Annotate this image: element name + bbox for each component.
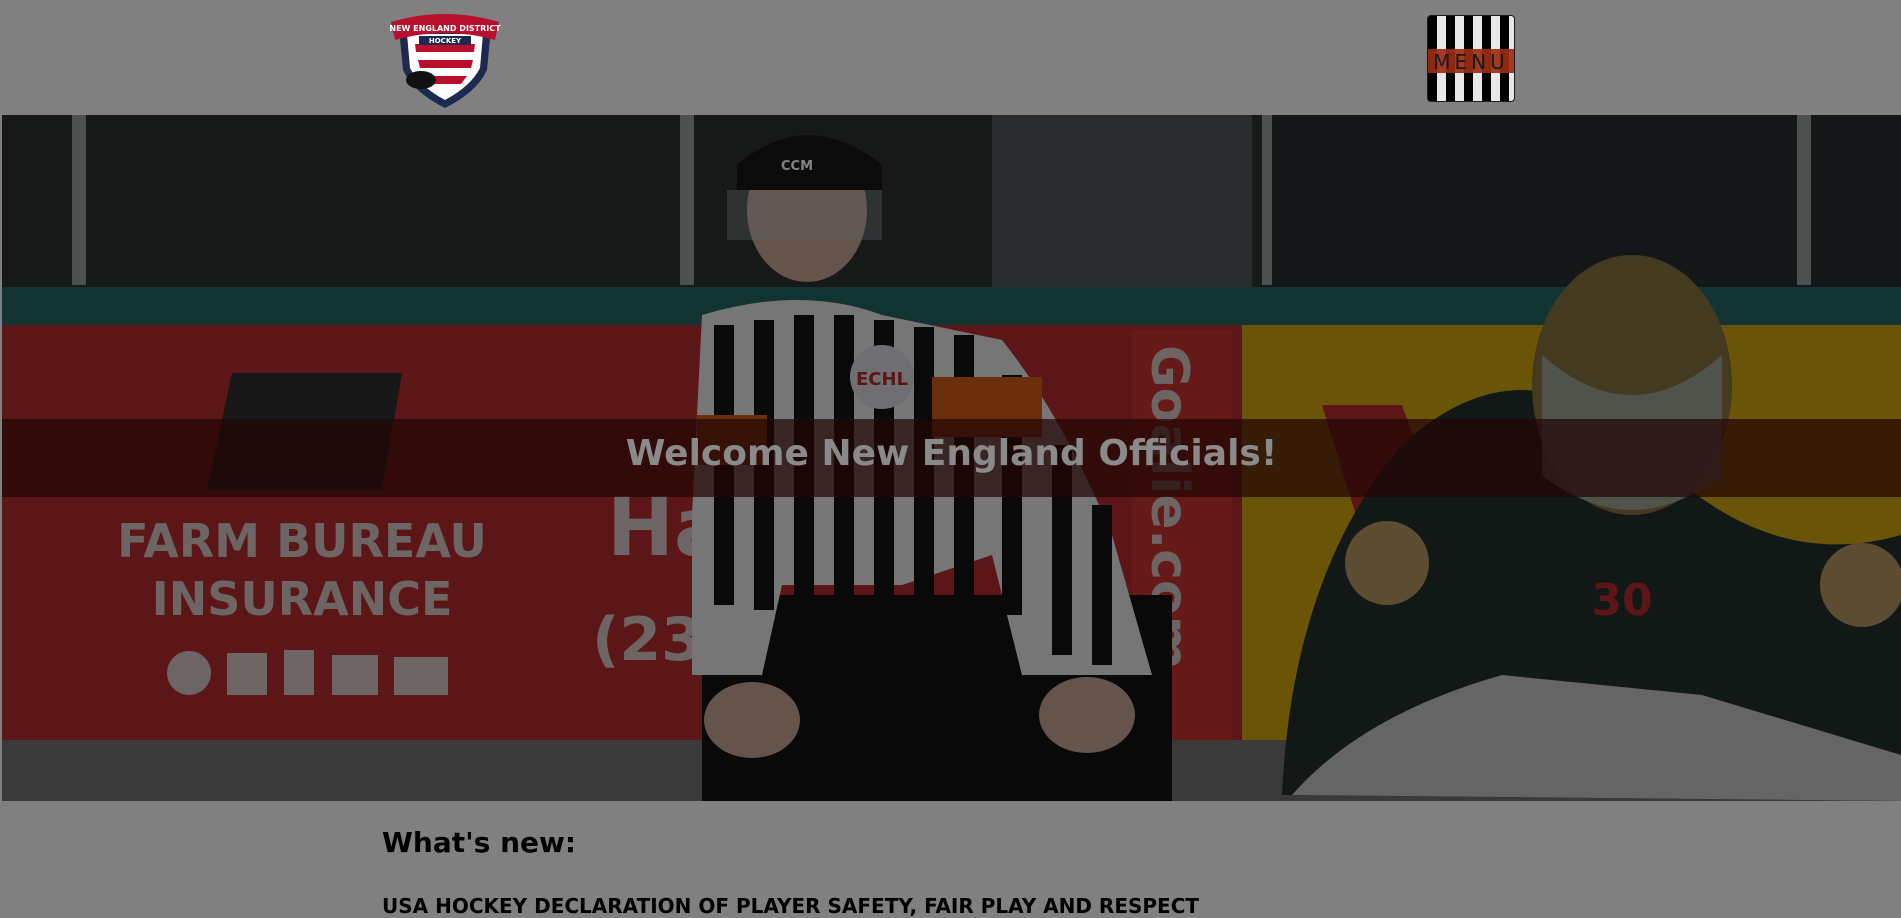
welcome-heading: Welcome New England Officials! <box>625 433 1278 474</box>
whats-new-heading: What's new: <box>382 826 577 859</box>
hero-banner: FARM BUREAU INSURANCE Ha (231) Goalie.co… <box>2 115 1901 801</box>
logo-text-mid: HOCKEY <box>429 37 462 45</box>
news-item-link[interactable]: USA HOCKEY DECLARATION OF PLAYER SAFETY,… <box>382 894 1199 918</box>
logo-text-top: NEW ENGLAND DISTRICT <box>389 24 501 33</box>
site-header: NEW ENGLAND DISTRICT HOCKEY MENU <box>0 0 1901 115</box>
main-content: What's new: USA HOCKEY DECLARATION OF PL… <box>382 826 1582 918</box>
site-logo[interactable]: NEW ENGLAND DISTRICT HOCKEY <box>385 8 505 110</box>
hockey-shield-logo-icon: NEW ENGLAND DISTRICT HOCKEY <box>389 14 501 108</box>
menu-button[interactable]: MENU <box>1427 15 1515 102</box>
menu-button-label: MENU <box>1433 50 1509 74</box>
